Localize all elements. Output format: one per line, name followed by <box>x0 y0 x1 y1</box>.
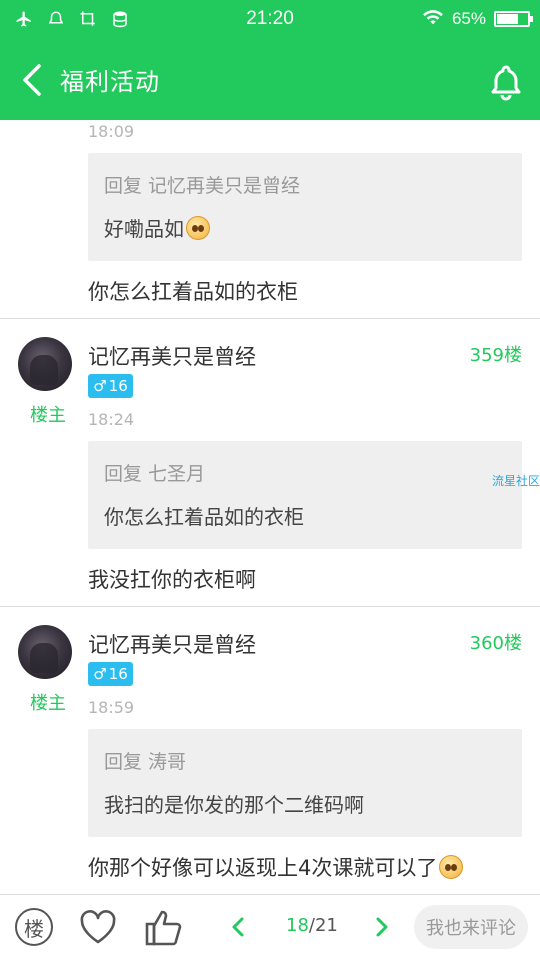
app-bar: 福利活动 <box>0 38 540 120</box>
gender-level-badge: ♂ 16 <box>88 662 133 686</box>
post-message: 我没扛你的衣柜啊 <box>88 568 256 592</box>
male-icon: ♂ <box>93 377 107 395</box>
notification-button[interactable] <box>486 62 526 102</box>
bell-icon <box>491 65 521 101</box>
page-indicator[interactable]: 18/21 <box>286 915 338 936</box>
battery-percent: 65% <box>451 9 486 28</box>
owner-badge: 楼主 <box>30 405 66 426</box>
page-current: 18 <box>286 915 309 936</box>
avatar[interactable] <box>18 625 72 679</box>
reply-quote: 回复 七圣月 你怎么扛着品如的衣柜 <box>88 441 522 549</box>
post-message: 你那个好像可以返现上4次课就可以了 <box>88 852 464 882</box>
wifi-icon <box>422 8 444 31</box>
message-text: 你那个好像可以返现上4次课就可以了 <box>88 856 438 880</box>
like-button[interactable] <box>76 905 120 949</box>
back-button[interactable] <box>14 60 50 100</box>
post-time: 18:59 <box>88 698 135 717</box>
next-page-button[interactable] <box>360 905 404 949</box>
list-item: 楼主 记忆再美只是曾经 360楼 ♂ 16 18:59 回复 涛哥 我扫的是你发… <box>0 607 540 894</box>
floor-icon: 楼 <box>15 908 53 946</box>
level-value: 16 <box>108 377 128 395</box>
quote-header: 回复 七圣月 <box>104 463 206 485</box>
chevron-left-icon <box>232 917 244 937</box>
username[interactable]: 记忆再美只是曾经 <box>88 629 256 659</box>
level-value: 16 <box>108 665 128 683</box>
post-time: 18:09 <box>88 122 135 141</box>
prev-page-button[interactable] <box>216 905 260 949</box>
watermark: 流星社区 <box>491 474 540 488</box>
quote-text: 好嘞品如 <box>104 217 184 241</box>
comment-input[interactable]: 我也来评论 <box>414 905 528 949</box>
quote-header: 回复 涛哥 <box>104 751 187 773</box>
quote-body: 我扫的是你发的那个二维码啊 <box>104 793 364 817</box>
avatar[interactable] <box>18 337 72 391</box>
thumbs-up-icon <box>145 910 182 946</box>
list-item: 18:09 回复 记忆再美只是曾经 好嘞品如 你怎么扛着品如的衣柜 <box>0 120 540 318</box>
floor-number: 360楼 <box>469 633 522 654</box>
status-bar: 21:20 65% <box>0 0 540 38</box>
page-title: 福利活动 <box>60 68 160 96</box>
floor-jump-button[interactable]: 楼 <box>12 905 56 949</box>
post-time: 18:24 <box>88 410 135 429</box>
username[interactable]: 记忆再美只是曾经 <box>88 341 256 371</box>
gender-level-badge: ♂ 16 <box>88 374 133 398</box>
owner-badge: 楼主 <box>30 693 66 714</box>
quote-body: 好嘞品如 <box>104 213 210 242</box>
battery-icon <box>494 11 533 27</box>
back-arrow-icon <box>23 64 41 96</box>
thumbs-up-button[interactable] <box>142 905 186 949</box>
quote-header: 回复 记忆再美只是曾经 <box>104 175 301 197</box>
reply-quote: 回复 涛哥 我扫的是你发的那个二维码啊 <box>88 729 522 837</box>
floor-number: 359楼 <box>469 345 522 366</box>
page-total: /21 <box>308 915 338 936</box>
battery-fill <box>497 14 518 24</box>
quote-body: 你怎么扛着品如的衣柜 <box>104 505 304 529</box>
emoji-icon <box>439 855 464 879</box>
emoji-icon <box>186 215 210 240</box>
comment-list[interactable]: 18:09 回复 记忆再美只是曾经 好嘞品如 你怎么扛着品如的衣柜 楼主 记忆再… <box>0 120 540 894</box>
post-message: 你怎么扛着品如的衣柜 <box>88 280 298 304</box>
bottom-bar: 楼 18/21 我也来评论 <box>0 894 540 960</box>
reply-quote: 回复 记忆再美只是曾经 好嘞品如 <box>88 153 522 261</box>
chevron-right-icon <box>376 917 388 937</box>
male-icon: ♂ <box>93 665 107 683</box>
heart-icon <box>80 910 116 944</box>
list-item: 楼主 记忆再美只是曾经 359楼 ♂ 16 18:24 回复 七圣月 你怎么扛着… <box>0 319 540 606</box>
